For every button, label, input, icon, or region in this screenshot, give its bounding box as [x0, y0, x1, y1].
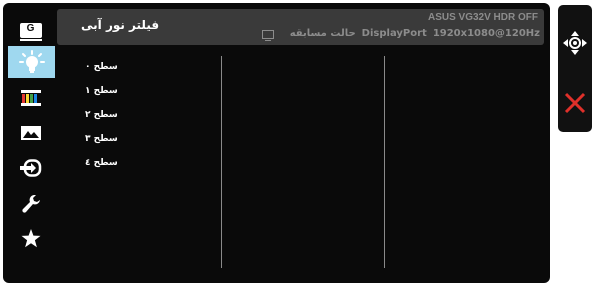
navigation-panel [558, 5, 592, 132]
input-label: DisplayPort [361, 28, 427, 39]
sidebar: G [3, 3, 56, 283]
close-button[interactable] [558, 83, 592, 123]
input-select-icon [19, 159, 41, 177]
monitor-icon [262, 30, 274, 41]
five-way-navigation-button[interactable] [558, 23, 592, 63]
column-divider [221, 56, 222, 268]
sidebar-item-game-visual[interactable]: G [9, 15, 52, 45]
color-icon [20, 90, 41, 106]
page-title: فیلتر نور آبی [81, 18, 160, 32]
sidebar-item-color[interactable] [9, 83, 52, 113]
option-level-0[interactable]: سطح ۰ [85, 62, 118, 72]
menu-content: سطح ۰ سطح ۱ سطح ۲ سطح ۳ سطح ٤ [57, 48, 544, 274]
sidebar-item-image[interactable] [9, 118, 52, 148]
column-divider [384, 56, 385, 268]
mode-label: حالت مسابقه [289, 28, 356, 39]
sidebar-item-system-setup[interactable] [9, 188, 52, 218]
option-level-4[interactable]: سطح ٤ [85, 158, 118, 168]
system-setup-icon [21, 195, 40, 213]
close-icon [564, 92, 586, 114]
osd-menu: G فیلتر نور آبی ASUS VG32V HDR OFF حالت … [3, 3, 550, 283]
monitor-model: ASUS VG32V HDR OFF [427, 12, 538, 23]
sidebar-item-input-select[interactable] [9, 153, 52, 183]
my-favorite-icon [21, 228, 40, 247]
osd-header: فیلتر نور آبی ASUS VG32V HDR OFF حالت مس… [57, 9, 544, 45]
sidebar-item-my-favorite[interactable] [9, 223, 52, 253]
option-level-3[interactable]: سطح ۳ [85, 134, 118, 144]
game-visual-icon-label: G [26, 22, 35, 34]
status-line: حالت مسابقه DisplayPort 1920x1080@120Hz [290, 28, 540, 39]
resolution-label: 1920x1080@120Hz [432, 28, 540, 39]
five-way-navigation-icon [563, 31, 587, 55]
blue-light-filter-icon [18, 50, 45, 73]
sidebar-item-blue-light-filter[interactable] [8, 46, 55, 78]
image-icon [20, 126, 41, 140]
option-level-1[interactable]: سطح ۱ [85, 86, 118, 96]
game-visual-icon: G [19, 22, 42, 41]
option-level-2[interactable]: سطح ۲ [85, 110, 118, 120]
